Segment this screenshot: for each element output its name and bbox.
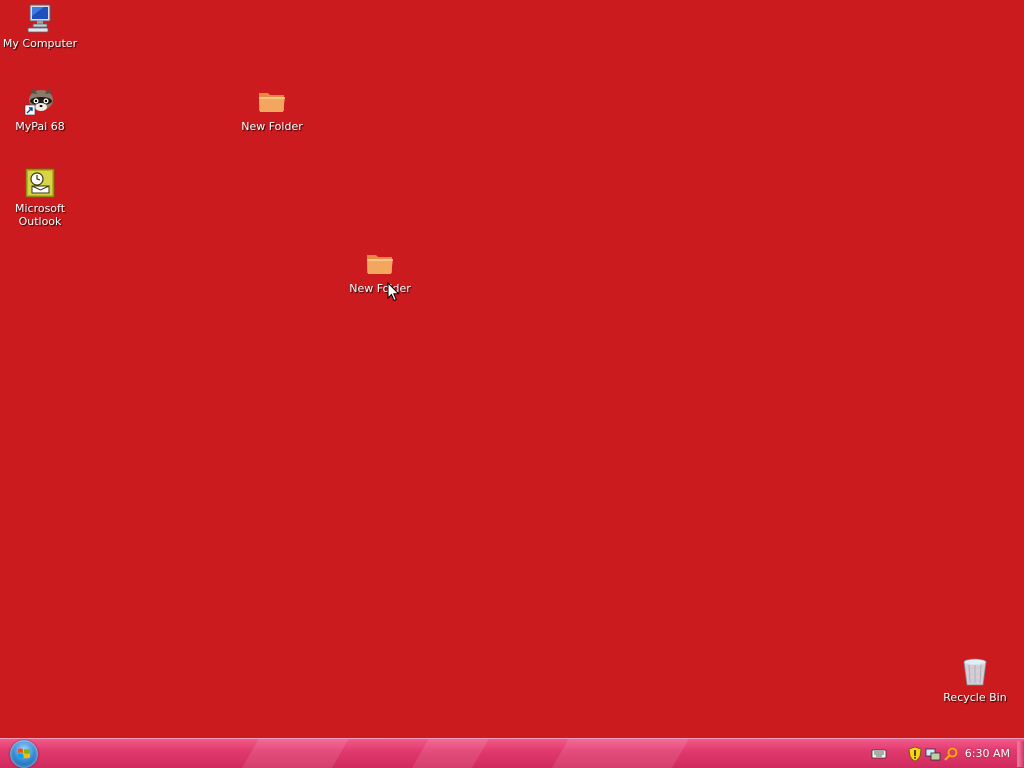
raccoon-shortcut-icon <box>24 88 53 116</box>
keyboard-icon[interactable] <box>871 746 887 762</box>
taskbar-decoration <box>411 739 489 768</box>
network-icon[interactable] <box>925 746 941 762</box>
desktop-icon-label: New Folder <box>349 282 411 295</box>
start-button[interactable] <box>10 740 38 768</box>
desktop-icon-recycle-bin[interactable]: Recycle Bin <box>937 656 1013 704</box>
show-desktop-button[interactable] <box>1017 741 1024 767</box>
desktop-icon-label: Recycle Bin <box>943 691 1007 704</box>
computer-icon <box>27 4 51 33</box>
desktop-icon-my-computer[interactable]: My Computer <box>2 2 78 50</box>
folder-icon <box>367 255 393 274</box>
taskbar-decoration <box>241 739 349 768</box>
desktop-icon-outlook[interactable]: Microsoft Outlook <box>2 167 78 228</box>
search-icon[interactable] <box>943 746 959 762</box>
desktop-icon-mypal[interactable]: MyPal 68 <box>2 85 78 133</box>
desktop-icon-label: New Folder <box>241 120 303 133</box>
clock[interactable]: 6:30 AM <box>965 747 1010 760</box>
desktop-icon-label: MyPal 68 <box>15 120 65 133</box>
system-tray: 6:30 AM <box>864 739 1024 768</box>
desktop-icon-new-folder[interactable]: New Folder <box>342 247 418 295</box>
desktop[interactable]: My Computer MyPal 68 Microsoft Outlook N… <box>0 0 1024 738</box>
recycle-bin-icon <box>963 658 987 686</box>
windows-orb-icon <box>18 748 30 759</box>
outlook-icon <box>25 168 55 198</box>
taskbar: 6:30 AM <box>0 738 1024 768</box>
folder-icon <box>259 93 285 112</box>
taskbar-decoration <box>551 739 689 768</box>
desktop-icon-label: Microsoft Outlook <box>14 202 66 228</box>
desktop-icon-new-folder[interactable]: New Folder <box>234 85 310 133</box>
security-shield-icon[interactable] <box>907 746 923 762</box>
desktop-icon-label: My Computer <box>2 37 78 50</box>
